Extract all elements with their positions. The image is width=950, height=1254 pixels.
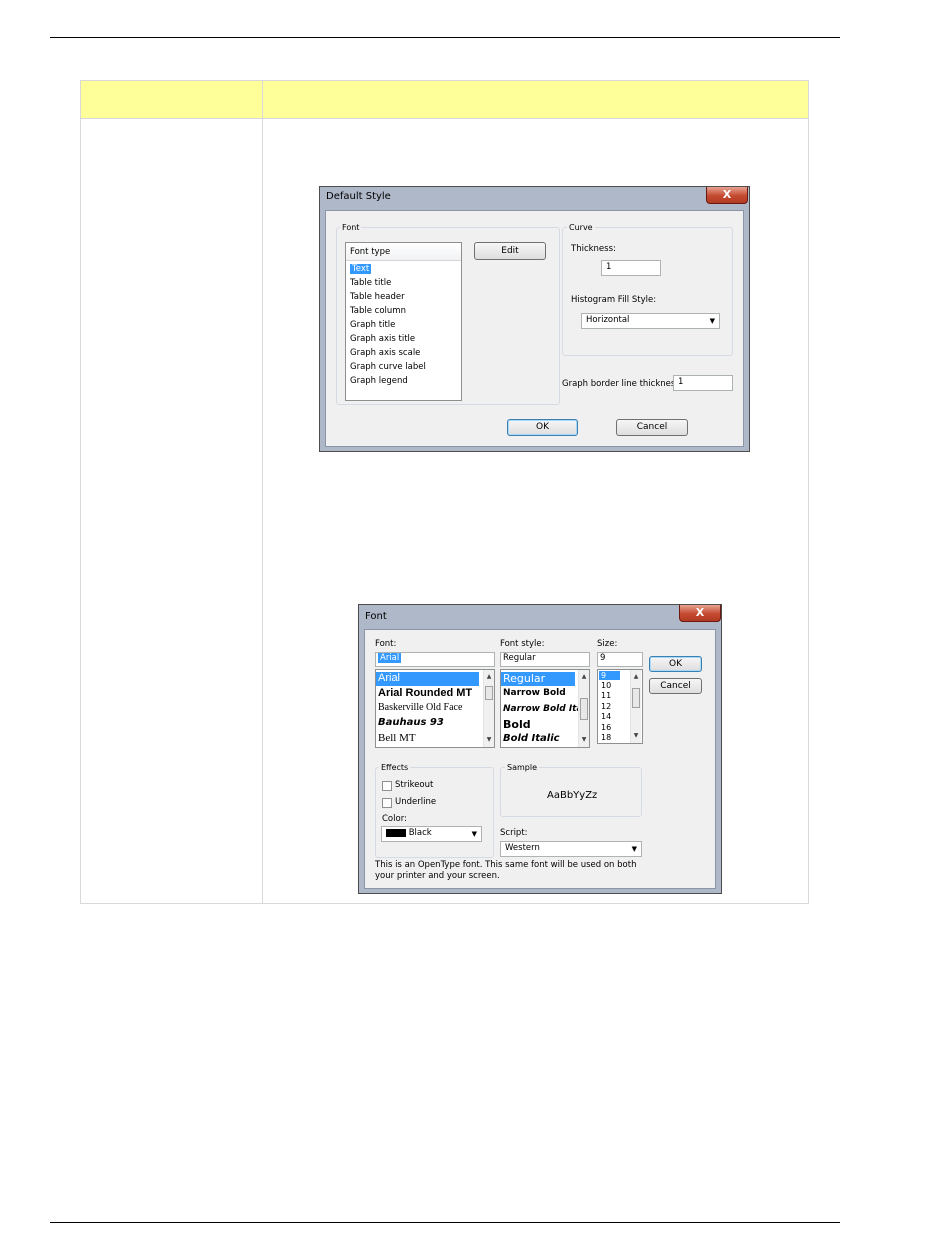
list-item[interactable]: Narrow Bold: [503, 688, 566, 698]
sample-text: AaBbYyZz: [547, 790, 598, 801]
color-swatch: [386, 829, 406, 837]
chevron-down-icon: ▼: [631, 845, 637, 853]
font-note: This is an OpenType font. This same font…: [375, 860, 637, 881]
list-item[interactable]: Text: [350, 264, 372, 274]
edit-button[interactable]: Edit: [474, 242, 546, 260]
cancel-button[interactable]: Cancel: [616, 419, 688, 436]
scroll-down-icon: ▼: [486, 736, 492, 743]
close-button[interactable]: X: [706, 187, 748, 204]
thickness-input[interactable]: 1: [601, 260, 661, 276]
size-list[interactable]: 9 10 11 12 14 16 18 ▲ ▼: [597, 669, 643, 744]
chevron-down-icon: ▼: [471, 830, 477, 838]
font-list-scrollbar[interactable]: ▲ ▼: [483, 670, 494, 747]
list-item-label: Regular: [503, 672, 546, 685]
list-item[interactable]: Graph legend: [350, 376, 408, 386]
size-input[interactable]: 9: [597, 652, 643, 667]
font-group-label: Font: [340, 223, 362, 232]
dialog-title: Font: [365, 611, 387, 622]
font-label: Font:: [375, 639, 397, 649]
list-header-label: Font type: [350, 247, 391, 257]
font-name-input[interactable]: Arial: [375, 652, 495, 667]
list-item[interactable]: Bell MT: [378, 732, 416, 744]
font-name-list[interactable]: Arial Arial Rounded MT Baskerville Old F…: [375, 669, 495, 748]
scroll-up-icon: ▲: [486, 673, 492, 680]
dialog-title: Default Style: [326, 191, 391, 202]
script-label: Script:: [500, 828, 528, 838]
ok-button[interactable]: OK: [649, 656, 702, 672]
border-thickness-input[interactable]: 1: [673, 375, 733, 391]
thickness-label: Thickness:: [571, 244, 616, 254]
font-style-input[interactable]: Regular: [500, 652, 590, 667]
list-item[interactable]: Bauhaus 93: [378, 717, 444, 728]
size-list-scrollbar[interactable]: ▲ ▼: [630, 670, 641, 743]
list-item[interactable]: Table header: [350, 292, 405, 302]
effects-group: [375, 767, 494, 858]
top-rule: [50, 37, 840, 38]
list-item[interactable]: Arial: [376, 672, 479, 686]
list-item[interactable]: 12: [601, 702, 611, 711]
list-item[interactable]: Narrow Bold Italic: [503, 704, 589, 714]
close-button[interactable]: X: [679, 605, 721, 622]
scroll-thumb[interactable]: [632, 688, 640, 708]
scroll-up-icon: ▲: [633, 673, 639, 680]
scroll-thumb[interactable]: [580, 698, 588, 720]
color-value: Black: [408, 828, 432, 838]
column-divider: [262, 81, 263, 903]
font-dialog: Font X Font: Arial Arial Arial Rounded M…: [358, 604, 722, 894]
underline-label: Underline: [395, 797, 437, 807]
table-header-row: [81, 81, 808, 119]
color-select[interactable]: Black ▼: [381, 826, 482, 842]
color-label: Color:: [382, 814, 407, 824]
script-value: Western: [505, 843, 540, 853]
list-item[interactable]: Table column: [350, 306, 406, 316]
list-item[interactable]: Graph axis scale: [350, 348, 420, 358]
bottom-rule: [50, 1222, 840, 1223]
font-name-value: Arial: [378, 653, 402, 663]
histogram-fill-label: Histogram Fill Style:: [571, 295, 657, 305]
list-item[interactable]: 18: [601, 733, 611, 742]
histogram-fill-select[interactable]: Horizontal ▼: [581, 313, 720, 329]
font-type-list[interactable]: Font type Text Table title Table header …: [345, 242, 462, 401]
dialog-body: Font: Arial Arial Arial Rounded MT Baske…: [364, 629, 716, 889]
underline-checkbox[interactable]: [382, 798, 392, 808]
list-item[interactable]: 10: [601, 681, 611, 690]
cancel-button[interactable]: Cancel: [649, 678, 702, 694]
style-list-scrollbar[interactable]: ▲ ▼: [578, 670, 589, 747]
list-item[interactable]: Regular: [501, 672, 575, 686]
scroll-up-icon: ▲: [581, 673, 587, 680]
sample-group-label: Sample: [505, 763, 539, 772]
list-item[interactable]: Graph axis title: [350, 334, 415, 344]
scroll-down-icon: ▼: [581, 736, 587, 743]
dialog-body: Font Font type Text Table title Table he…: [325, 210, 744, 447]
list-item[interactable]: 9: [599, 671, 621, 680]
font-style-label: Font style:: [500, 639, 545, 649]
strikeout-checkbox[interactable]: [382, 781, 392, 791]
list-item-label: Arial: [378, 672, 401, 684]
font-type-list-header: Font type: [346, 243, 461, 261]
list-item[interactable]: Bold: [503, 718, 531, 731]
list-item[interactable]: 14: [601, 712, 611, 721]
default-style-dialog: Default Style X Font Font type Text Tabl…: [319, 186, 750, 452]
font-style-list[interactable]: Regular Narrow Bold Narrow Bold Italic B…: [500, 669, 590, 748]
histogram-fill-value: Horizontal: [586, 315, 630, 325]
border-thickness-label: Graph border line thickness:: [562, 379, 683, 389]
list-item[interactable]: Table title: [350, 278, 391, 288]
strikeout-label: Strikeout: [395, 780, 434, 790]
chevron-down-icon: ▼: [709, 317, 715, 325]
effects-group-label: Effects: [379, 763, 411, 772]
list-item[interactable]: Baskerville Old Face: [378, 702, 462, 713]
list-item[interactable]: 16: [601, 723, 611, 732]
list-item[interactable]: Graph curve label: [350, 362, 426, 372]
list-item[interactable]: 11: [601, 691, 611, 700]
curve-group-label: Curve: [567, 223, 595, 232]
ok-button[interactable]: OK: [507, 419, 578, 436]
scroll-down-icon: ▼: [633, 732, 639, 739]
scroll-thumb[interactable]: [485, 686, 493, 700]
list-item[interactable]: Arial Rounded MT: [378, 687, 472, 699]
size-label: Size:: [597, 639, 618, 649]
list-item[interactable]: Bold Italic: [503, 733, 560, 744]
script-select[interactable]: Western ▼: [500, 841, 642, 857]
list-item[interactable]: Graph title: [350, 320, 395, 330]
